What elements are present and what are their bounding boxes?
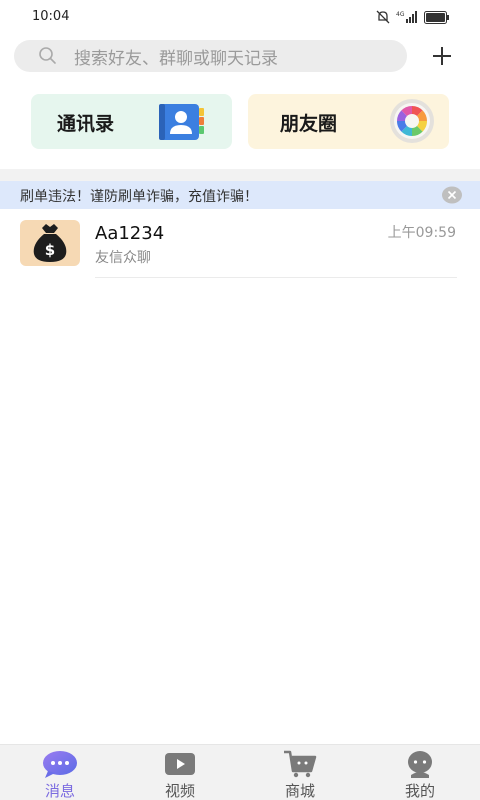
moments-label: 朋友圈 <box>280 113 338 135</box>
contacts-card[interactable]: 通讯录 <box>31 94 232 149</box>
shop-cart-icon <box>284 750 317 778</box>
add-button[interactable] <box>428 42 456 70</box>
chat-time: 上午09:59 <box>387 225 456 241</box>
chat-list-item[interactable]: $ Aa1234 友信众聊 上午09:59 <box>0 210 480 278</box>
status-bar: 10:04 4G <box>0 0 480 34</box>
nav-tab-video[interactable]: 视频 <box>140 745 220 800</box>
network-label: 4G <box>396 11 405 18</box>
section-divider <box>0 169 480 181</box>
profile-icon <box>408 751 432 778</box>
moments-card[interactable]: 朋友圈 <box>248 94 449 149</box>
status-icons: 4G <box>376 10 450 24</box>
battery-icon <box>424 10 449 24</box>
nav-label-profile: 我的 <box>404 782 435 800</box>
bottom-nav: 消息 视频 商城 我的 <box>0 744 480 800</box>
message-icon <box>43 751 77 778</box>
notice-bar: 刷单违法！谨防刷单诈骗，充值诈骗！ <box>0 181 480 209</box>
mute-bell-icon <box>376 10 390 24</box>
notice-text: 刷单违法！谨防刷单诈骗，充值诈骗！ <box>20 189 258 205</box>
nav-tab-shop[interactable]: 商城 <box>260 745 340 800</box>
chat-name: Aa1234 <box>95 223 165 244</box>
nav-tab-messages[interactable]: 消息 <box>20 745 100 800</box>
chat-preview: 友信众聊 <box>95 250 151 266</box>
nav-label-messages: 消息 <box>44 782 75 800</box>
contacts-label: 通讯录 <box>57 113 115 135</box>
money-bag-icon: $ <box>33 224 67 262</box>
search-bar[interactable]: 搜索好友、群聊或聊天记录 <box>14 40 407 72</box>
list-divider <box>95 277 457 278</box>
signal-icon: 4G <box>396 11 417 23</box>
search-input[interactable]: 搜索好友、群聊或聊天记录 <box>74 44 278 69</box>
video-icon <box>165 753 195 775</box>
svg-text:$: $ <box>45 241 55 259</box>
close-icon[interactable] <box>442 186 462 204</box>
status-time: 10:04 <box>32 9 70 24</box>
search-icon <box>39 47 56 64</box>
nav-tab-profile[interactable]: 我的 <box>380 745 460 800</box>
nav-label-shop: 商城 <box>284 782 315 800</box>
avatar: $ <box>20 220 80 266</box>
address-book-icon <box>159 104 204 140</box>
moments-camera-icon <box>390 99 434 143</box>
nav-label-video: 视频 <box>164 782 195 800</box>
